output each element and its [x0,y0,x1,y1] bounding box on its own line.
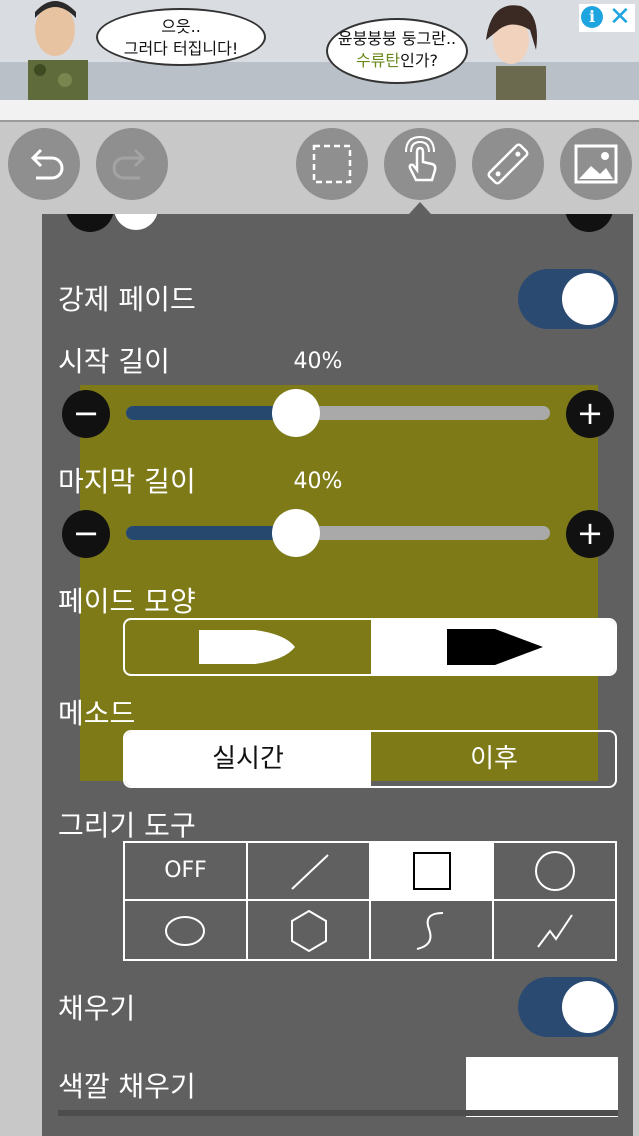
ruler-button[interactable] [472,128,544,200]
tool-polyline-option[interactable] [494,901,617,959]
round-tip-shape-icon [199,630,295,664]
image-button[interactable] [560,128,632,200]
end-length-minus-button[interactable]: − [62,510,110,558]
end-length-slider-thumb[interactable] [271,509,320,557]
tool-polygon-option[interactable] [248,901,371,959]
tool-circle-option[interactable] [494,843,617,901]
selection-button[interactable] [296,128,368,200]
line-icon [291,854,329,890]
fade-shape-round-option[interactable] [125,620,371,674]
start-length-slider-thumb[interactable] [271,389,320,437]
soldier-illustration [28,1,88,100]
forced-fade-toggle[interactable] [518,269,618,329]
drawing-tool-label: 그리기 도구 [58,809,196,842]
ad-close-icon[interactable]: ✕ [609,4,633,30]
method-selector: 실시간 이후 [123,730,617,788]
forced-fade-label: 강제 페이드 [58,283,196,316]
brush-settings-panel: 강제 페이드 시작 길이 40% − + 마지막 길이 40% − + 페이드 … [42,214,633,1136]
end-length-label: 마지막 길이 [58,465,196,498]
fade-shape-label: 페이드 모양 [58,585,196,618]
ruler-icon [487,143,529,185]
start-length-label: 시작 길이 [58,345,170,378]
undo-icon [30,148,64,180]
partial-plus-button[interactable] [565,214,613,232]
fill-label: 채우기 [58,992,136,1025]
panel-bottom-divider [58,1110,618,1116]
rectangle-icon [413,852,451,890]
method-after-option[interactable]: 이후 [371,732,615,786]
ad-controls: i ✕ [579,4,635,32]
end-length-plus-button[interactable]: + [566,510,614,558]
start-length-slider-fill [126,406,296,420]
drawing-tool-grid: OFF [123,841,617,961]
girl-illustration [486,5,546,100]
fill-color-swatch[interactable] [466,1057,618,1117]
fill-color-label: 색깔 채우기 [58,1070,196,1103]
undo-button[interactable] [8,128,80,200]
ad-banner[interactable]: 으읏.. 그러다 터집니다! 윤붕붕붕 둥그란.. 수류탄인가? i ✕ [0,0,639,100]
redo-button[interactable] [96,128,168,200]
circle-icon [535,851,575,891]
panel-pointer [409,202,431,214]
tool-curve-option[interactable] [371,901,494,959]
tool-rectangle-option[interactable] [371,843,494,901]
polyline-icon [537,914,573,948]
touch-icon [405,135,437,182]
end-length-value: 40% [293,469,343,494]
tool-off-label: OFF [164,858,207,883]
ad-divider [0,100,639,122]
ellipse-icon [165,916,205,946]
end-length-slider-fill [126,526,296,540]
speech-bubble-1: 으읏.. 그러다 터집니다! [96,8,266,66]
toggle-knob [562,273,614,325]
tool-ellipse-option[interactable] [125,901,248,959]
start-length-plus-button[interactable]: + [566,390,614,438]
curve-icon [416,912,444,950]
redo-icon [112,148,146,180]
fade-shape-pointed-option[interactable] [371,620,615,674]
fill-toggle[interactable] [518,977,618,1037]
method-label: 메소드 [58,697,136,730]
fade-shape-selector [123,618,617,676]
toggle-knob [562,981,614,1033]
partial-minus-button[interactable] [66,214,114,232]
image-icon [574,144,618,184]
start-length-minus-button[interactable]: − [62,390,110,438]
method-realtime-option[interactable]: 실시간 [125,732,371,786]
tool-off-option[interactable]: OFF [125,843,248,901]
hexagon-icon [291,909,327,953]
ad-info-icon[interactable]: i [581,6,603,28]
speech-bubble-2: 윤붕붕붕 둥그란.. 수류탄인가? [326,18,468,84]
selection-icon [312,144,352,184]
start-length-value: 40% [293,349,343,374]
pointed-tip-shape-icon [447,629,543,665]
tool-line-option[interactable] [248,843,371,901]
partial-slider-thumb[interactable] [114,214,158,230]
touch-button[interactable] [384,128,456,200]
